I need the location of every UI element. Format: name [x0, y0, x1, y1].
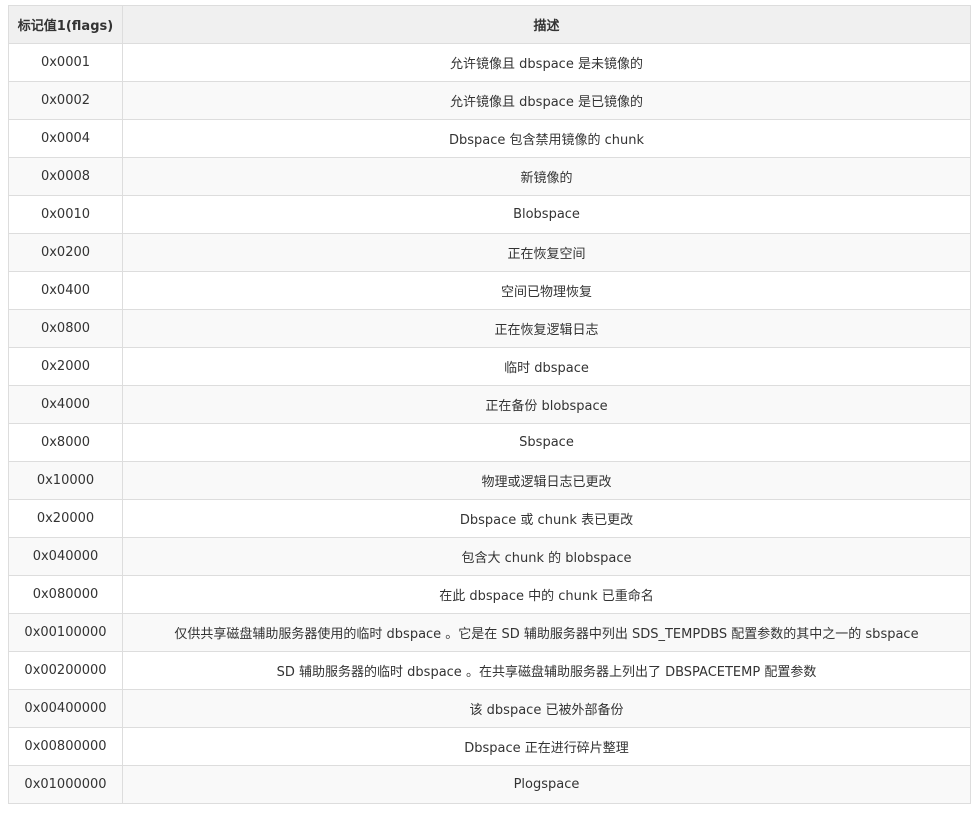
- flag-value-cell: 0x0800: [8, 309, 123, 348]
- description-cell: 新镜像的: [122, 157, 971, 196]
- flag-value-cell: 0x00400000: [8, 689, 123, 728]
- flags-table: 标记值1(flags) 描述 0x0001 允许镜像且 dbspace 是未镜像的…: [8, 5, 971, 804]
- table-row: 0x0800 正在恢复逻辑日志: [8, 309, 971, 348]
- description-cell: 正在备份 blobspace: [122, 385, 971, 424]
- description-cell: Dbspace 或 chunk 表已更改: [122, 499, 971, 538]
- header-description: 描述: [122, 5, 971, 44]
- description-cell: SD 辅助服务器的临时 dbspace 。在共享磁盘辅助服务器上列出了 DBSP…: [122, 651, 971, 690]
- flag-value-cell: 0x01000000: [8, 765, 123, 804]
- table-row: 0x8000 Sbspace: [8, 423, 971, 462]
- description-cell: 包含大 chunk 的 blobspace: [122, 537, 971, 576]
- flag-value-cell: 0x00800000: [8, 727, 123, 766]
- flag-value-cell: 0x0400: [8, 271, 123, 310]
- table-row: 0x01000000 Plogspace: [8, 765, 971, 804]
- description-cell: 仅供共享磁盘辅助服务器使用的临时 dbspace 。它是在 SD 辅助服务器中列…: [122, 613, 971, 652]
- flag-value-cell: 0x00200000: [8, 651, 123, 690]
- table-body: 0x0001 允许镜像且 dbspace 是未镜像的 0x0002 允许镜像且 dbs…: [8, 43, 971, 804]
- description-cell: 允许镜像且 dbspace 是未镜像的: [122, 43, 971, 82]
- description-cell: 临时 dbspace: [122, 347, 971, 386]
- table-row: 0x080000 在此 dbspace 中的 chunk 已重命名: [8, 575, 971, 614]
- description-cell: Dbspace 包含禁用镜像的 chunk: [122, 119, 971, 158]
- flag-value-cell: 0x080000: [8, 575, 123, 614]
- table-row: 0x0200 正在恢复空间: [8, 233, 971, 272]
- table-row: 0x20000 Dbspace 或 chunk 表已更改: [8, 499, 971, 538]
- description-cell: Dbspace 正在进行碎片整理: [122, 727, 971, 766]
- flag-value-cell: 0x0002: [8, 81, 123, 120]
- description-cell: 正在恢复空间: [122, 233, 971, 272]
- table-row: 0x040000 包含大 chunk 的 blobspace: [8, 537, 971, 576]
- header-flag: 标记值1(flags): [8, 5, 123, 44]
- flag-value-cell: 0x4000: [8, 385, 123, 424]
- flag-value-cell: 0x0200: [8, 233, 123, 272]
- table-row: 0x00800000 Dbspace 正在进行碎片整理: [8, 727, 971, 766]
- flag-value-cell: 0x00100000: [8, 613, 123, 652]
- description-cell: 物理或逻辑日志已更改: [122, 461, 971, 500]
- table-header-row: 标记值1(flags) 描述: [8, 5, 971, 44]
- flag-value-cell: 0x2000: [8, 347, 123, 386]
- table-row: 0x4000 正在备份 blobspace: [8, 385, 971, 424]
- description-cell: 允许镜像且 dbspace 是已镜像的: [122, 81, 971, 120]
- table-row: 0x10000 物理或逻辑日志已更改: [8, 461, 971, 500]
- flag-value-cell: 0x0010: [8, 195, 123, 234]
- description-cell: 该 dbspace 已被外部备份: [122, 689, 971, 728]
- table-row: 0x2000 临时 dbspace: [8, 347, 971, 386]
- flag-value-cell: 0x0008: [8, 157, 123, 196]
- flags-table-container: 标记值1(flags) 描述 0x0001 允许镜像且 dbspace 是未镜像的…: [8, 5, 971, 804]
- description-cell: 正在恢复逻辑日志: [122, 309, 971, 348]
- table-row: 0x00400000 该 dbspace 已被外部备份: [8, 689, 971, 728]
- table-row: 0x0001 允许镜像且 dbspace 是未镜像的: [8, 43, 971, 82]
- table-row: 0x0010 Blobspace: [8, 195, 971, 234]
- description-cell: 在此 dbspace 中的 chunk 已重命名: [122, 575, 971, 614]
- flag-value-cell: 0x20000: [8, 499, 123, 538]
- flag-value-cell: 0x0001: [8, 43, 123, 82]
- description-cell: Blobspace: [122, 195, 971, 234]
- description-cell: 空间已物理恢复: [122, 271, 971, 310]
- flag-value-cell: 0x8000: [8, 423, 123, 462]
- table-row: 0x0002 允许镜像且 dbspace 是已镜像的: [8, 81, 971, 120]
- flag-value-cell: 0x0004: [8, 119, 123, 158]
- description-cell: Sbspace: [122, 423, 971, 462]
- table-row: 0x0004 Dbspace 包含禁用镜像的 chunk: [8, 119, 971, 158]
- flag-value-cell: 0x10000: [8, 461, 123, 500]
- description-cell: Plogspace: [122, 765, 971, 804]
- flag-value-cell: 0x040000: [8, 537, 123, 576]
- table-row: 0x00200000 SD 辅助服务器的临时 dbspace 。在共享磁盘辅助服务…: [8, 651, 971, 690]
- table-row: 0x00100000 仅供共享磁盘辅助服务器使用的临时 dbspace 。它是在 …: [8, 613, 971, 652]
- table-row: 0x0008 新镜像的: [8, 157, 971, 196]
- table-row: 0x0400 空间已物理恢复: [8, 271, 971, 310]
